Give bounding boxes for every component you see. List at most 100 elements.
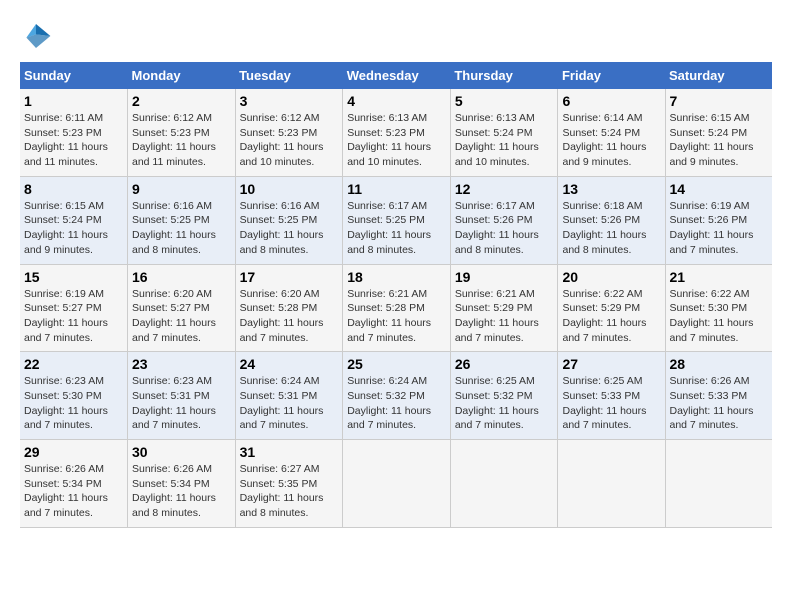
calendar-cell: 24 Sunrise: 6:24 AM Sunset: 5:31 PM Dayl… [235, 352, 343, 440]
day-number: 26 [455, 356, 554, 372]
day-number: 5 [455, 93, 554, 109]
calendar-cell: 2 Sunrise: 6:12 AM Sunset: 5:23 PM Dayli… [128, 89, 236, 176]
day-info: Sunrise: 6:12 AM Sunset: 5:23 PM Dayligh… [240, 111, 339, 170]
day-info: Sunrise: 6:13 AM Sunset: 5:23 PM Dayligh… [347, 111, 446, 170]
day-info: Sunrise: 6:16 AM Sunset: 5:25 PM Dayligh… [240, 199, 339, 258]
calendar-week-2: 8 Sunrise: 6:15 AM Sunset: 5:24 PM Dayli… [20, 176, 772, 264]
day-number: 7 [670, 93, 769, 109]
day-info: Sunrise: 6:21 AM Sunset: 5:28 PM Dayligh… [347, 287, 446, 346]
header-tuesday: Tuesday [235, 62, 343, 89]
calendar-cell: 14 Sunrise: 6:19 AM Sunset: 5:26 PM Dayl… [665, 176, 772, 264]
calendar-header-row: SundayMondayTuesdayWednesdayThursdayFrid… [20, 62, 772, 89]
calendar-cell: 15 Sunrise: 6:19 AM Sunset: 5:27 PM Dayl… [20, 264, 128, 352]
logo-icon [20, 20, 52, 52]
calendar-cell: 22 Sunrise: 6:23 AM Sunset: 5:30 PM Dayl… [20, 352, 128, 440]
day-number: 6 [562, 93, 660, 109]
day-number: 25 [347, 356, 446, 372]
page-header [20, 20, 772, 52]
calendar-cell: 31 Sunrise: 6:27 AM Sunset: 5:35 PM Dayl… [235, 440, 343, 528]
day-info: Sunrise: 6:11 AM Sunset: 5:23 PM Dayligh… [24, 111, 123, 170]
day-info: Sunrise: 6:24 AM Sunset: 5:31 PM Dayligh… [240, 374, 339, 433]
day-info: Sunrise: 6:20 AM Sunset: 5:28 PM Dayligh… [240, 287, 339, 346]
calendar-cell: 3 Sunrise: 6:12 AM Sunset: 5:23 PM Dayli… [235, 89, 343, 176]
day-info: Sunrise: 6:20 AM Sunset: 5:27 PM Dayligh… [132, 287, 231, 346]
header-friday: Friday [558, 62, 665, 89]
calendar-week-1: 1 Sunrise: 6:11 AM Sunset: 5:23 PM Dayli… [20, 89, 772, 176]
day-number: 31 [240, 444, 339, 460]
day-number: 3 [240, 93, 339, 109]
day-number: 12 [455, 181, 554, 197]
calendar-cell: 4 Sunrise: 6:13 AM Sunset: 5:23 PM Dayli… [343, 89, 451, 176]
day-info: Sunrise: 6:26 AM Sunset: 5:33 PM Dayligh… [670, 374, 769, 433]
day-info: Sunrise: 6:22 AM Sunset: 5:29 PM Dayligh… [562, 287, 660, 346]
calendar-cell: 5 Sunrise: 6:13 AM Sunset: 5:24 PM Dayli… [450, 89, 558, 176]
calendar-cell: 25 Sunrise: 6:24 AM Sunset: 5:32 PM Dayl… [343, 352, 451, 440]
calendar-cell: 7 Sunrise: 6:15 AM Sunset: 5:24 PM Dayli… [665, 89, 772, 176]
header-saturday: Saturday [665, 62, 772, 89]
day-number: 28 [670, 356, 769, 372]
calendar-cell [343, 440, 451, 528]
day-info: Sunrise: 6:14 AM Sunset: 5:24 PM Dayligh… [562, 111, 660, 170]
day-number: 30 [132, 444, 231, 460]
header-sunday: Sunday [20, 62, 128, 89]
calendar-cell: 17 Sunrise: 6:20 AM Sunset: 5:28 PM Dayl… [235, 264, 343, 352]
day-info: Sunrise: 6:18 AM Sunset: 5:26 PM Dayligh… [562, 199, 660, 258]
calendar-cell [558, 440, 665, 528]
calendar-cell: 30 Sunrise: 6:26 AM Sunset: 5:34 PM Dayl… [128, 440, 236, 528]
day-number: 8 [24, 181, 123, 197]
day-info: Sunrise: 6:27 AM Sunset: 5:35 PM Dayligh… [240, 462, 339, 521]
calendar-week-4: 22 Sunrise: 6:23 AM Sunset: 5:30 PM Dayl… [20, 352, 772, 440]
logo [20, 20, 58, 52]
day-info: Sunrise: 6:23 AM Sunset: 5:30 PM Dayligh… [24, 374, 123, 433]
calendar-cell: 16 Sunrise: 6:20 AM Sunset: 5:27 PM Dayl… [128, 264, 236, 352]
day-info: Sunrise: 6:12 AM Sunset: 5:23 PM Dayligh… [132, 111, 231, 170]
calendar-cell [450, 440, 558, 528]
day-info: Sunrise: 6:25 AM Sunset: 5:32 PM Dayligh… [455, 374, 554, 433]
day-number: 14 [670, 181, 769, 197]
calendar-cell: 20 Sunrise: 6:22 AM Sunset: 5:29 PM Dayl… [558, 264, 665, 352]
calendar-cell: 1 Sunrise: 6:11 AM Sunset: 5:23 PM Dayli… [20, 89, 128, 176]
day-number: 17 [240, 269, 339, 285]
day-number: 4 [347, 93, 446, 109]
day-info: Sunrise: 6:21 AM Sunset: 5:29 PM Dayligh… [455, 287, 554, 346]
day-number: 9 [132, 181, 231, 197]
day-number: 10 [240, 181, 339, 197]
day-info: Sunrise: 6:19 AM Sunset: 5:26 PM Dayligh… [670, 199, 769, 258]
day-number: 23 [132, 356, 231, 372]
day-number: 19 [455, 269, 554, 285]
day-info: Sunrise: 6:13 AM Sunset: 5:24 PM Dayligh… [455, 111, 554, 170]
calendar-week-3: 15 Sunrise: 6:19 AM Sunset: 5:27 PM Dayl… [20, 264, 772, 352]
day-info: Sunrise: 6:25 AM Sunset: 5:33 PM Dayligh… [562, 374, 660, 433]
day-number: 11 [347, 181, 446, 197]
day-info: Sunrise: 6:15 AM Sunset: 5:24 PM Dayligh… [24, 199, 123, 258]
calendar-week-5: 29 Sunrise: 6:26 AM Sunset: 5:34 PM Dayl… [20, 440, 772, 528]
calendar-cell: 18 Sunrise: 6:21 AM Sunset: 5:28 PM Dayl… [343, 264, 451, 352]
header-monday: Monday [128, 62, 236, 89]
calendar-cell: 11 Sunrise: 6:17 AM Sunset: 5:25 PM Dayl… [343, 176, 451, 264]
calendar-cell: 26 Sunrise: 6:25 AM Sunset: 5:32 PM Dayl… [450, 352, 558, 440]
calendar-table: SundayMondayTuesdayWednesdayThursdayFrid… [20, 62, 772, 528]
day-info: Sunrise: 6:16 AM Sunset: 5:25 PM Dayligh… [132, 199, 231, 258]
day-number: 13 [562, 181, 660, 197]
calendar-cell: 27 Sunrise: 6:25 AM Sunset: 5:33 PM Dayl… [558, 352, 665, 440]
day-info: Sunrise: 6:17 AM Sunset: 5:26 PM Dayligh… [455, 199, 554, 258]
calendar-cell [665, 440, 772, 528]
day-number: 1 [24, 93, 123, 109]
day-info: Sunrise: 6:26 AM Sunset: 5:34 PM Dayligh… [24, 462, 123, 521]
day-info: Sunrise: 6:17 AM Sunset: 5:25 PM Dayligh… [347, 199, 446, 258]
day-number: 24 [240, 356, 339, 372]
day-info: Sunrise: 6:24 AM Sunset: 5:32 PM Dayligh… [347, 374, 446, 433]
header-thursday: Thursday [450, 62, 558, 89]
day-info: Sunrise: 6:22 AM Sunset: 5:30 PM Dayligh… [670, 287, 769, 346]
day-number: 29 [24, 444, 123, 460]
day-number: 16 [132, 269, 231, 285]
calendar-cell: 13 Sunrise: 6:18 AM Sunset: 5:26 PM Dayl… [558, 176, 665, 264]
day-number: 21 [670, 269, 769, 285]
day-number: 18 [347, 269, 446, 285]
day-number: 27 [562, 356, 660, 372]
calendar-cell: 29 Sunrise: 6:26 AM Sunset: 5:34 PM Dayl… [20, 440, 128, 528]
header-wednesday: Wednesday [343, 62, 451, 89]
day-info: Sunrise: 6:15 AM Sunset: 5:24 PM Dayligh… [670, 111, 769, 170]
calendar-cell: 6 Sunrise: 6:14 AM Sunset: 5:24 PM Dayli… [558, 89, 665, 176]
day-number: 22 [24, 356, 123, 372]
